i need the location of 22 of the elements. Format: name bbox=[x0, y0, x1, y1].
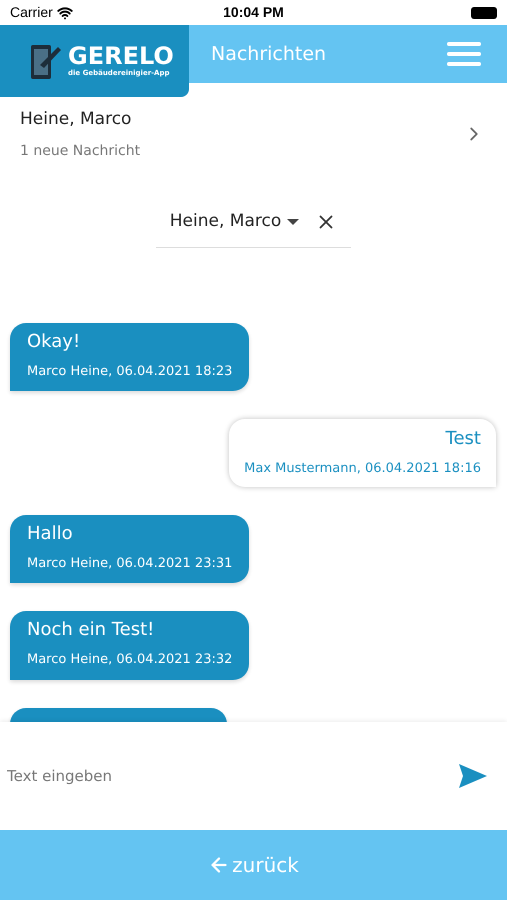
message-text: Okay! bbox=[27, 330, 82, 354]
message-meta: Marco Heine, 06.04.2021 23:32 bbox=[27, 651, 232, 669]
logo-name: GERELO bbox=[68, 44, 174, 68]
message-input[interactable]: Text eingeben bbox=[7, 764, 459, 788]
dropdown-caret-icon bbox=[287, 219, 300, 225]
message-meta: Marco Heine, 06.04.2021 18:23 bbox=[27, 362, 232, 380]
message-text: Noch ein Test! bbox=[27, 618, 156, 642]
wifi-icon bbox=[56, 4, 73, 20]
recipient-select[interactable]: Heine, Marco bbox=[156, 198, 351, 248]
contact-subtitle: 1 neue Nachricht bbox=[20, 142, 142, 160]
message-text: Test bbox=[444, 427, 481, 451]
menu-button[interactable] bbox=[447, 42, 481, 66]
conversation-row[interactable]: Heine, Marco 1 neue Nachricht bbox=[0, 107, 507, 162]
status-time: 10:04 PM bbox=[223, 3, 284, 22]
message-meta: Marco Heine, 06.04.2021 23:31 bbox=[27, 554, 232, 572]
contact-name: Heine, Marco bbox=[20, 108, 132, 131]
send-icon[interactable] bbox=[459, 764, 487, 788]
message-text: Hallo bbox=[27, 522, 74, 546]
message-meta: Max Mustermann, 06.04.2021 18:16 bbox=[244, 460, 481, 478]
page-title: Nachrichten bbox=[211, 42, 326, 67]
battery-icon bbox=[470, 6, 497, 18]
carrier-label: Carrier bbox=[10, 3, 53, 22]
